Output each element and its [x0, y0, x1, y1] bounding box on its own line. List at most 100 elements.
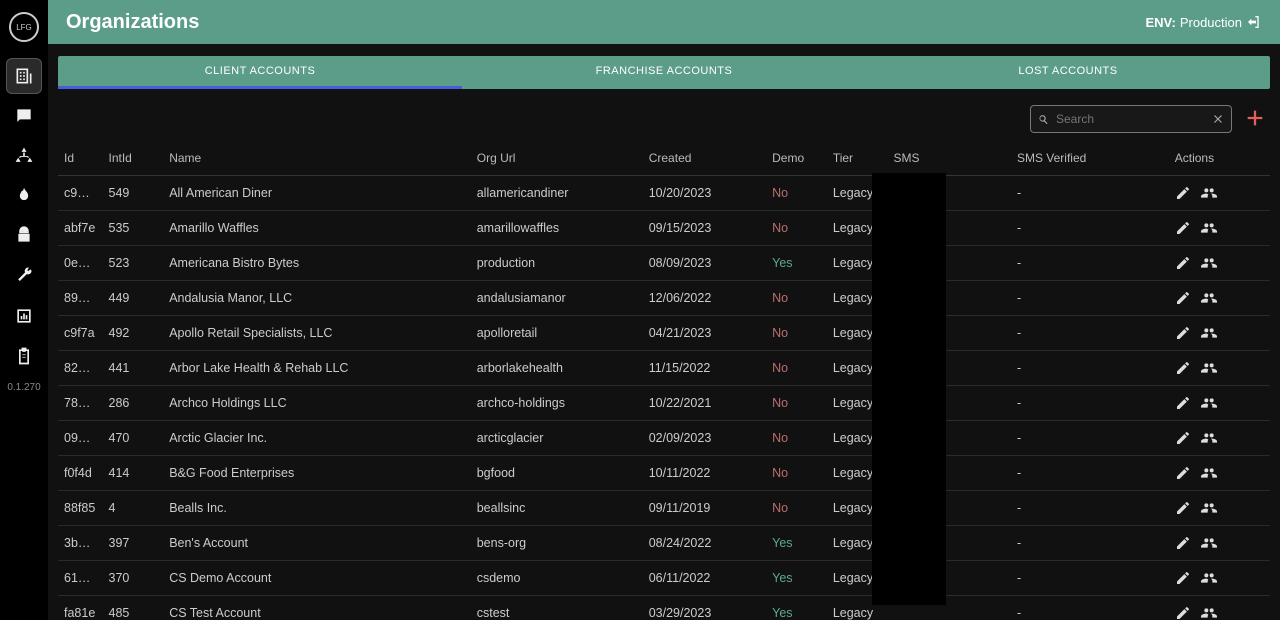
- col-smsverified[interactable]: SMS Verified: [1011, 141, 1169, 176]
- edit-icon[interactable]: [1175, 535, 1191, 551]
- nav-dashboard[interactable]: [6, 298, 42, 334]
- users-icon[interactable]: [1201, 360, 1217, 376]
- table-row[interactable]: fa81e 485 CS Test Account cstest 03/29/2…: [58, 596, 1270, 620]
- nav-chat[interactable]: [6, 98, 42, 134]
- clear-search-icon[interactable]: [1211, 112, 1225, 126]
- table-row[interactable]: abf7e 535 Amarillo Waffles amarillowaffl…: [58, 211, 1270, 246]
- exit-icon: [1246, 14, 1262, 30]
- cell-created: 09/11/2019: [643, 491, 766, 526]
- edit-icon[interactable]: [1175, 570, 1191, 586]
- table-row[interactable]: 88f85 4 Bealls Inc. beallsinc 09/11/2019…: [58, 491, 1270, 526]
- nav-organizations[interactable]: [6, 58, 42, 94]
- nav-structure[interactable]: [6, 138, 42, 174]
- search-input[interactable]: [1050, 112, 1211, 126]
- cell-url: allamericandiner: [471, 176, 643, 211]
- plus-icon: [1244, 107, 1266, 129]
- users-icon[interactable]: [1201, 465, 1217, 481]
- cell-smsverified: -: [1011, 561, 1169, 596]
- table-row[interactable]: 82356 441 Arbor Lake Health & Rehab LLC …: [58, 351, 1270, 386]
- account-tabs: CLIENT ACCOUNTS FRANCHISE ACCOUNTS LOST …: [58, 56, 1270, 89]
- nav-tools[interactable]: [6, 258, 42, 294]
- table-row[interactable]: c9f7a 492 Apollo Retail Specialists, LLC…: [58, 316, 1270, 351]
- table-row[interactable]: c9558 549 All American Diner allamerican…: [58, 176, 1270, 211]
- cell-url: andalusiamanor: [471, 281, 643, 316]
- cell-intid: 370: [103, 561, 164, 596]
- col-demo[interactable]: Demo: [766, 141, 827, 176]
- users-icon[interactable]: [1201, 605, 1217, 620]
- tab-lost-accounts[interactable]: LOST ACCOUNTS: [866, 56, 1270, 89]
- cell-smsverified: -: [1011, 176, 1169, 211]
- edit-icon[interactable]: [1175, 325, 1191, 341]
- cell-intid: 414: [103, 456, 164, 491]
- edit-icon[interactable]: [1175, 605, 1191, 620]
- edit-icon[interactable]: [1175, 290, 1191, 306]
- edit-icon[interactable]: [1175, 395, 1191, 411]
- cell-created: 08/09/2023: [643, 246, 766, 281]
- edit-icon[interactable]: [1175, 465, 1191, 481]
- col-tier[interactable]: Tier: [827, 141, 888, 176]
- table-row[interactable]: 3b6d6 397 Ben's Account bens-org 08/24/2…: [58, 526, 1270, 561]
- cell-actions: [1169, 456, 1270, 491]
- app-logo[interactable]: LFG: [9, 12, 39, 42]
- env-indicator[interactable]: ENV: Production: [1146, 14, 1263, 30]
- cell-id: 0e9ce: [58, 246, 103, 281]
- cell-url: archco-holdings: [471, 386, 643, 421]
- col-id[interactable]: Id: [58, 141, 103, 176]
- edit-icon[interactable]: [1175, 360, 1191, 376]
- users-icon[interactable]: [1201, 325, 1217, 341]
- table-row[interactable]: 0e9ce 523 Americana Bistro Bytes product…: [58, 246, 1270, 281]
- tab-franchise-accounts[interactable]: FRANCHISE ACCOUNTS: [462, 56, 866, 89]
- tabs-container: CLIENT ACCOUNTS FRANCHISE ACCOUNTS LOST …: [48, 44, 1280, 89]
- nav-trending[interactable]: [6, 178, 42, 214]
- cell-smsverified: -: [1011, 351, 1169, 386]
- users-icon[interactable]: [1201, 535, 1217, 551]
- edit-icon[interactable]: [1175, 220, 1191, 236]
- app-root: LFG 0.1.270 Organizations: [0, 0, 1280, 620]
- cell-demo: No: [766, 351, 827, 386]
- users-icon[interactable]: [1201, 395, 1217, 411]
- users-icon[interactable]: [1201, 500, 1217, 516]
- nav-clipboard[interactable]: [6, 338, 42, 374]
- table-row[interactable]: 61737 370 CS Demo Account csdemo 06/11/2…: [58, 561, 1270, 596]
- edit-icon[interactable]: [1175, 430, 1191, 446]
- cell-smsverified: -: [1011, 491, 1169, 526]
- users-icon[interactable]: [1201, 430, 1217, 446]
- cell-created: 10/22/2021: [643, 386, 766, 421]
- clipboard-icon: [14, 346, 34, 366]
- edit-icon[interactable]: [1175, 185, 1191, 201]
- col-orgurl[interactable]: Org Url: [471, 141, 643, 176]
- col-name[interactable]: Name: [163, 141, 471, 176]
- cell-created: 04/21/2023: [643, 316, 766, 351]
- cell-actions: [1169, 491, 1270, 526]
- users-icon[interactable]: [1201, 185, 1217, 201]
- search-box[interactable]: [1030, 105, 1232, 133]
- col-intid[interactable]: IntId: [103, 141, 164, 176]
- cell-id: 8929a: [58, 281, 103, 316]
- cell-smsverified: -: [1011, 281, 1169, 316]
- cell-name: Bealls Inc.: [163, 491, 471, 526]
- col-created[interactable]: Created: [643, 141, 766, 176]
- users-icon[interactable]: [1201, 255, 1217, 271]
- table-row[interactable]: 09638 470 Arctic Glacier Inc. arcticglac…: [58, 421, 1270, 456]
- users-icon[interactable]: [1201, 290, 1217, 306]
- table-row[interactable]: 785d7 286 Archco Holdings LLC archco-hol…: [58, 386, 1270, 421]
- table-row[interactable]: 8929a 449 Andalusia Manor, LLC andalusia…: [58, 281, 1270, 316]
- table-header: Id IntId Name Org Url Created Demo Tier …: [58, 141, 1270, 176]
- edit-icon[interactable]: [1175, 255, 1191, 271]
- cell-id: 3b6d6: [58, 526, 103, 561]
- nav-android[interactable]: [6, 218, 42, 254]
- add-organization-button[interactable]: [1244, 107, 1266, 132]
- users-icon[interactable]: [1201, 220, 1217, 236]
- cell-id: f0f4d: [58, 456, 103, 491]
- cell-smsverified: -: [1011, 421, 1169, 456]
- cell-created: 03/29/2023: [643, 596, 766, 620]
- col-sms[interactable]: SMS: [888, 141, 1011, 176]
- users-icon[interactable]: [1201, 570, 1217, 586]
- cell-url: bens-org: [471, 526, 643, 561]
- edit-icon[interactable]: [1175, 500, 1191, 516]
- tab-client-accounts[interactable]: CLIENT ACCOUNTS: [58, 56, 462, 89]
- table-row[interactable]: f0f4d 414 B&G Food Enterprises bgfood 10…: [58, 456, 1270, 491]
- search-icon: [1037, 113, 1050, 126]
- cell-actions: [1169, 526, 1270, 561]
- cell-intid: 449: [103, 281, 164, 316]
